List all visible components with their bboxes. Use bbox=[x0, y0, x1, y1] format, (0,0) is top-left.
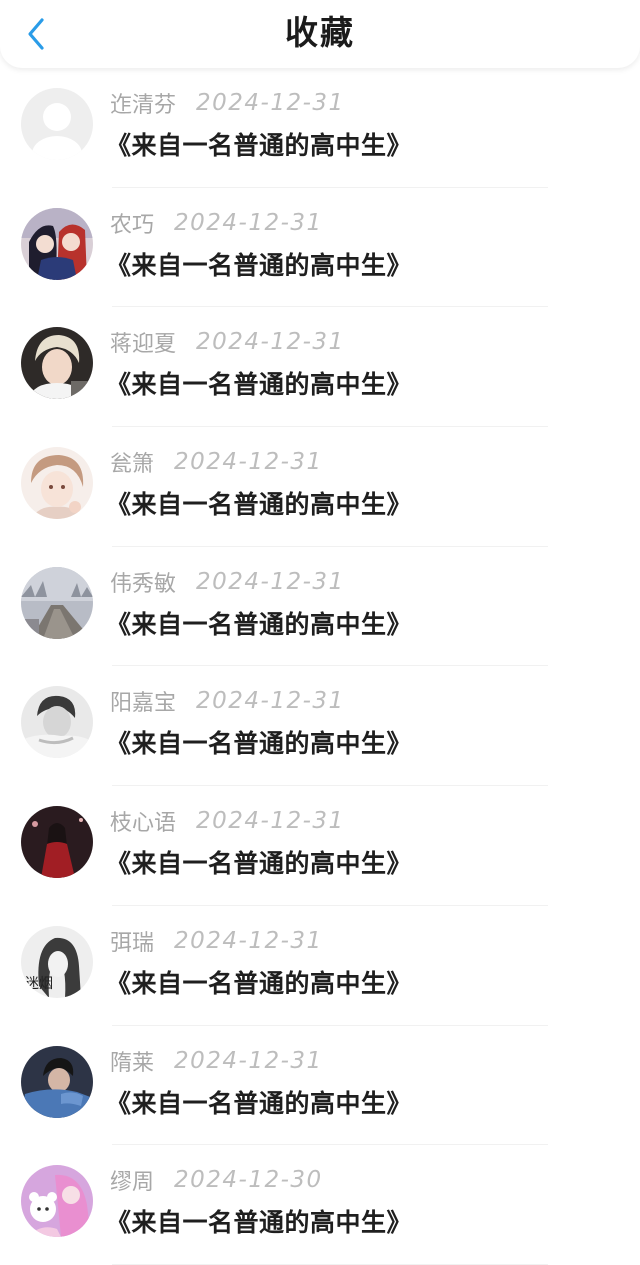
pink-plush-avatar bbox=[21, 1165, 93, 1238]
favorite-date: 2024-12-31 bbox=[196, 808, 345, 835]
list-item[interactable]: 枝心语 2024-12-31 《来自一名普通的高中生》 bbox=[0, 786, 640, 906]
favorites-list: 迮清芬 2024-12-31 《来自一名普通的高中生》 农巧 2024-12-3… bbox=[0, 68, 640, 1265]
book-title: 《来自一名普通的高中生》 bbox=[106, 849, 413, 879]
default-avatar-icon bbox=[21, 88, 93, 160]
item-meta: 伟秀敏 2024-12-31 bbox=[110, 567, 345, 597]
list-item[interactable]: 瓮箫 2024-12-31 《来自一名普通的高中生》 bbox=[0, 427, 640, 547]
item-meta: 阳嘉宝 2024-12-31 bbox=[110, 686, 345, 716]
top-navigation-bar: 收藏 bbox=[0, 0, 640, 68]
blue-hoodie-avatar bbox=[21, 1045, 93, 1118]
user-name: 瓮箫 bbox=[110, 452, 155, 478]
user-name: 农巧 bbox=[110, 212, 155, 238]
item-meta: 瓮箫 2024-12-31 bbox=[110, 447, 323, 477]
user-avatar bbox=[21, 207, 93, 280]
favorite-date: 2024-12-31 bbox=[174, 1047, 323, 1074]
favorite-date: 2024-12-31 bbox=[196, 568, 345, 595]
favorite-date: 2024-12-31 bbox=[174, 927, 323, 954]
sketch-girl-avatar: 迷烟 bbox=[21, 925, 93, 998]
user-avatar bbox=[21, 566, 93, 639]
portrait-avatar bbox=[21, 327, 93, 400]
book-title: 《来自一名普通的高中生》 bbox=[106, 729, 413, 759]
book-title: 《来自一名普通的高中生》 bbox=[106, 370, 413, 400]
user-avatar bbox=[21, 1165, 93, 1238]
monochrome-portrait-avatar bbox=[21, 686, 93, 759]
user-avatar bbox=[21, 88, 93, 160]
list-item[interactable]: 阳嘉宝 2024-12-31 《来自一名普通的高中生》 bbox=[0, 666, 640, 786]
user-avatar bbox=[21, 447, 93, 520]
book-title: 《来自一名普通的高中生》 bbox=[106, 1208, 413, 1238]
user-name: 弭瑞 bbox=[110, 930, 155, 956]
user-name: 缪周 bbox=[110, 1170, 155, 1196]
user-name: 伟秀敏 bbox=[110, 571, 177, 597]
list-item[interactable]: 伟秀敏 2024-12-31 《来自一名普通的高中生》 bbox=[0, 547, 640, 667]
list-item[interactable]: 农巧 2024-12-31 《来自一名普通的高中生》 bbox=[0, 188, 640, 308]
book-title: 《来自一名普通的高中生》 bbox=[106, 250, 413, 280]
item-meta: 弭瑞 2024-12-31 bbox=[110, 926, 323, 956]
user-name: 枝心语 bbox=[110, 811, 177, 837]
list-item[interactable]: 蒋迎夏 2024-12-31 《来自一名普通的高中生》 bbox=[0, 307, 640, 427]
foggy-path-avatar bbox=[21, 566, 93, 639]
book-title: 《来自一名普通的高中生》 bbox=[106, 1088, 413, 1118]
book-title: 《来自一名普通的高中生》 bbox=[106, 131, 413, 160]
item-meta: 农巧 2024-12-31 bbox=[110, 208, 323, 238]
favorite-date: 2024-12-30 bbox=[174, 1167, 323, 1194]
item-meta: 隋莱 2024-12-31 bbox=[110, 1046, 323, 1076]
user-name: 蒋迎夏 bbox=[110, 332, 177, 358]
item-meta: 蒋迎夏 2024-12-31 bbox=[110, 327, 345, 357]
list-item[interactable]: 迮清芬 2024-12-31 《来自一名普通的高中生》 bbox=[0, 68, 640, 188]
favorite-date: 2024-12-31 bbox=[196, 90, 345, 116]
book-title: 《来自一名普通的高中生》 bbox=[106, 609, 413, 639]
user-avatar bbox=[21, 1045, 93, 1118]
user-name: 隋莱 bbox=[110, 1050, 155, 1076]
user-name: 阳嘉宝 bbox=[110, 691, 177, 717]
favorite-date: 2024-12-31 bbox=[174, 209, 323, 236]
book-title: 《来自一名普通的高中生》 bbox=[106, 490, 413, 520]
list-item[interactable]: 隋莱 2024-12-31 《来自一名普通的高中生》 bbox=[0, 1026, 640, 1146]
anime-couple-avatar bbox=[21, 207, 93, 280]
page-title: 收藏 bbox=[285, 13, 355, 52]
item-meta: 枝心语 2024-12-31 bbox=[110, 806, 345, 836]
user-avatar: 迷烟 bbox=[21, 925, 93, 998]
favorite-date: 2024-12-31 bbox=[196, 329, 345, 356]
favorite-date: 2024-12-31 bbox=[196, 688, 345, 715]
user-name: 迮清芬 bbox=[110, 93, 177, 118]
favorite-date: 2024-12-31 bbox=[174, 449, 323, 476]
avatar-caption: 迷烟 bbox=[25, 976, 53, 992]
anime-boy-avatar bbox=[21, 447, 93, 520]
item-meta: 缪周 2024-12-30 bbox=[110, 1165, 323, 1195]
user-avatar bbox=[21, 686, 93, 759]
item-meta: 迮清芬 2024-12-31 bbox=[110, 88, 345, 118]
list-item[interactable]: 缪周 2024-12-30 《来自一名普通的高中生》 bbox=[0, 1145, 640, 1265]
user-avatar bbox=[21, 806, 93, 879]
user-avatar bbox=[21, 327, 93, 400]
book-title: 《来自一名普通的高中生》 bbox=[106, 968, 413, 998]
red-dress-avatar bbox=[21, 806, 93, 879]
list-item[interactable]: 迷烟 弭瑞 2024-12-31 《来自一名普通的高中生》 bbox=[0, 906, 640, 1026]
